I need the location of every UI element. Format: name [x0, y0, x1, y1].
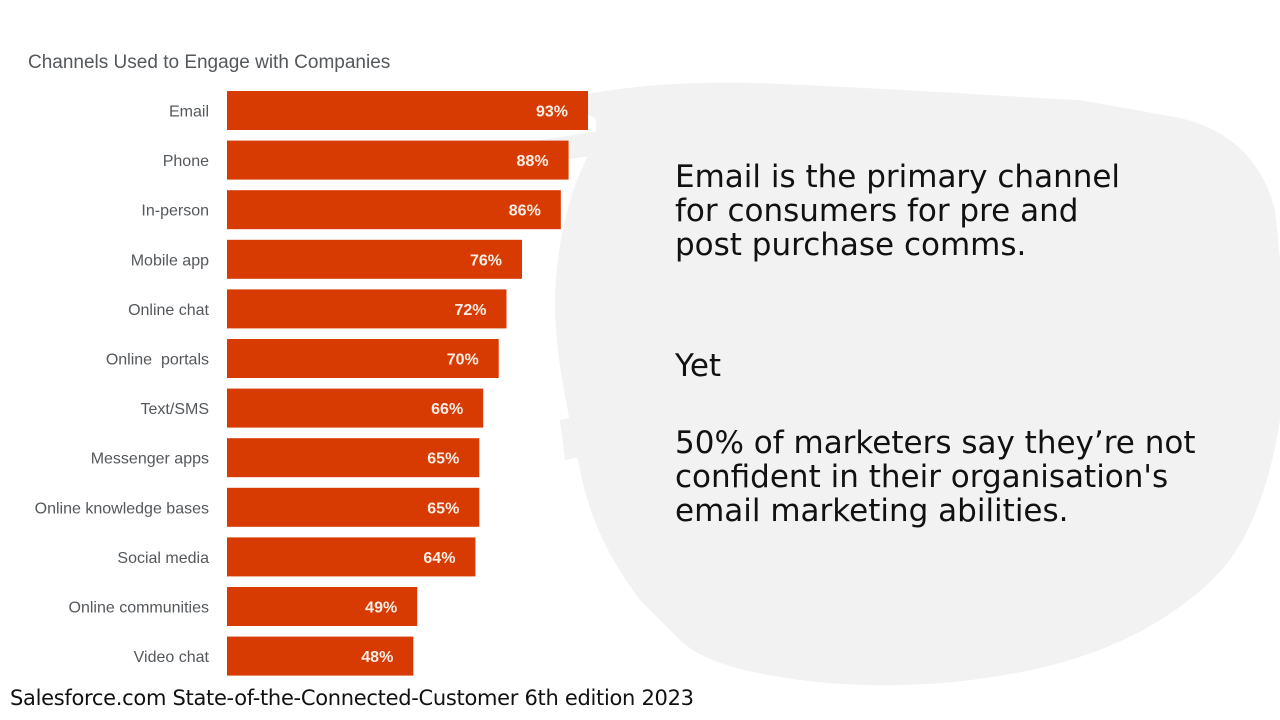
value-label: 93%	[536, 104, 568, 121]
category-label: Phone	[163, 153, 209, 170]
callout-main: Email is the primary channel for consume…	[675, 159, 1121, 263]
category-label: Online chat	[128, 302, 209, 319]
value-label: 64%	[423, 550, 455, 567]
callout-stat: 50% of marketers say they’re not confide…	[675, 425, 1196, 529]
category-label: Mobile app	[131, 252, 209, 269]
category-label: Email	[169, 104, 209, 121]
value-label: 65%	[427, 500, 459, 517]
value-label: 72%	[454, 302, 486, 319]
category-label: Messenger apps	[91, 451, 209, 468]
value-label: 48%	[361, 649, 393, 666]
bar-0	[227, 91, 588, 130]
value-label: 86%	[509, 203, 541, 220]
category-label: Online portals	[106, 352, 209, 369]
category-label: Video chat	[134, 649, 210, 666]
category-label: Social media	[117, 550, 209, 567]
category-label: Text/SMS	[141, 401, 209, 418]
category-label: Online communities	[69, 600, 210, 617]
value-label: 66%	[431, 401, 463, 418]
value-label: 76%	[470, 252, 502, 269]
callout-yet: Yet	[675, 348, 722, 384]
category-label: In-person	[141, 203, 209, 220]
value-label: 70%	[447, 352, 479, 369]
value-label: 88%	[517, 153, 549, 170]
source-citation: Salesforce.com State-of-the-Connected-Cu…	[10, 686, 694, 710]
category-label: Online knowledge bases	[35, 500, 209, 517]
value-label: 65%	[427, 451, 459, 468]
value-label: 49%	[365, 600, 397, 617]
bar-chart: Email 93% Phone 88% In-person 86% Mobile app 76…	[35, 91, 588, 676]
